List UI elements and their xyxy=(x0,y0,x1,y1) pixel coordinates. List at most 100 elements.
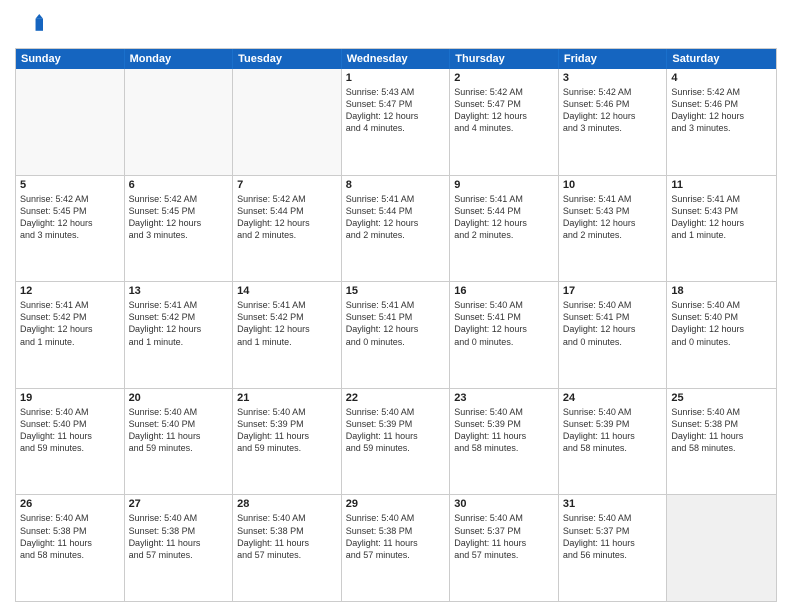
day-number: 22 xyxy=(346,392,446,404)
calendar: SundayMondayTuesdayWednesdayThursdayFrid… xyxy=(15,48,777,602)
cell-info: Sunrise: 5:41 AM Sunset: 5:44 PM Dayligh… xyxy=(346,193,446,242)
cell-info: Sunrise: 5:40 AM Sunset: 5:39 PM Dayligh… xyxy=(563,406,663,455)
cell-info: Sunrise: 5:40 AM Sunset: 5:40 PM Dayligh… xyxy=(20,406,120,455)
cell-info: Sunrise: 5:42 AM Sunset: 5:45 PM Dayligh… xyxy=(129,193,229,242)
cell-info: Sunrise: 5:40 AM Sunset: 5:40 PM Dayligh… xyxy=(671,299,772,348)
calendar-cell: 15Sunrise: 5:41 AM Sunset: 5:41 PM Dayli… xyxy=(342,282,451,388)
weekday-header: Sunday xyxy=(16,49,125,69)
cell-info: Sunrise: 5:40 AM Sunset: 5:38 PM Dayligh… xyxy=(346,512,446,561)
cell-info: Sunrise: 5:42 AM Sunset: 5:46 PM Dayligh… xyxy=(563,86,663,135)
calendar-cell: 9Sunrise: 5:41 AM Sunset: 5:44 PM Daylig… xyxy=(450,176,559,282)
calendar-row: 1 Sunrise: 5:43 AM Sunset: 5:47 PM Daylig… xyxy=(16,69,776,176)
day-number: 13 xyxy=(129,285,229,297)
calendar-cell: 17 Sunrise: 5:40 AM Sunset: 5:41 PM Dayli… xyxy=(559,282,668,388)
cell-info: Sunrise: 5:42 AM Sunset: 5:47 PM Dayligh… xyxy=(454,86,554,135)
cell-info: Sunrise: 5:40 AM Sunset: 5:37 PM Dayligh… xyxy=(454,512,554,561)
calendar-body: 1 Sunrise: 5:43 AM Sunset: 5:47 PM Daylig… xyxy=(16,69,776,601)
day-number: 15 xyxy=(346,285,446,297)
cell-info: Sunrise: 5:41 AM Sunset: 5:42 PM Dayligh… xyxy=(237,299,337,348)
calendar-cell: 19Sunrise: 5:40 AM Sunset: 5:40 PM Dayli… xyxy=(16,389,125,495)
cell-info: Sunrise: 5:40 AM Sunset: 5:41 PM Dayligh… xyxy=(563,299,663,348)
calendar-cell: 6 Sunrise: 5:42 AM Sunset: 5:45 PM Daylig… xyxy=(125,176,234,282)
cell-info: Sunrise: 5:40 AM Sunset: 5:39 PM Dayligh… xyxy=(454,406,554,455)
weekday-header: Tuesday xyxy=(233,49,342,69)
cell-info: Sunrise: 5:40 AM Sunset: 5:40 PM Dayligh… xyxy=(129,406,229,455)
cell-info: Sunrise: 5:40 AM Sunset: 5:38 PM Dayligh… xyxy=(20,512,120,561)
day-number: 17 xyxy=(563,285,663,297)
day-number: 5 xyxy=(20,179,120,191)
calendar-cell: 26 Sunrise: 5:40 AM Sunset: 5:38 PM Dayli… xyxy=(16,495,125,601)
calendar-cell: 3 Sunrise: 5:42 AM Sunset: 5:46 PM Daylig… xyxy=(559,69,668,175)
calendar-cell: 1 Sunrise: 5:43 AM Sunset: 5:47 PM Daylig… xyxy=(342,69,451,175)
day-number: 2 xyxy=(454,72,554,84)
calendar-cell: 13Sunrise: 5:41 AM Sunset: 5:42 PM Dayli… xyxy=(125,282,234,388)
calendar-header: SundayMondayTuesdayWednesdayThursdayFrid… xyxy=(16,49,776,69)
cell-info: Sunrise: 5:43 AM Sunset: 5:47 PM Dayligh… xyxy=(346,86,446,135)
calendar-cell xyxy=(125,69,234,175)
day-number: 29 xyxy=(346,498,446,510)
calendar-cell: 18 Sunrise: 5:40 AM Sunset: 5:40 PM Dayli… xyxy=(667,282,776,388)
calendar-row: 26 Sunrise: 5:40 AM Sunset: 5:38 PM Dayli… xyxy=(16,495,776,601)
calendar-cell: 10 Sunrise: 5:41 AM Sunset: 5:43 PM Dayli… xyxy=(559,176,668,282)
day-number: 24 xyxy=(563,392,663,404)
weekday-header: Friday xyxy=(559,49,668,69)
day-number: 27 xyxy=(129,498,229,510)
calendar-cell: 27 Sunrise: 5:40 AM Sunset: 5:38 PM Dayli… xyxy=(125,495,234,601)
weekday-header: Thursday xyxy=(450,49,559,69)
calendar-cell: 7 Sunrise: 5:42 AM Sunset: 5:44 PM Daylig… xyxy=(233,176,342,282)
weekday-header: Monday xyxy=(125,49,234,69)
day-number: 12 xyxy=(20,285,120,297)
cell-info: Sunrise: 5:40 AM Sunset: 5:41 PM Dayligh… xyxy=(454,299,554,348)
calendar-cell: 4Sunrise: 5:42 AM Sunset: 5:46 PM Daylig… xyxy=(667,69,776,175)
calendar-cell: 23 Sunrise: 5:40 AM Sunset: 5:39 PM Dayli… xyxy=(450,389,559,495)
calendar-cell: 21Sunrise: 5:40 AM Sunset: 5:39 PM Dayli… xyxy=(233,389,342,495)
cell-info: Sunrise: 5:40 AM Sunset: 5:38 PM Dayligh… xyxy=(237,512,337,561)
calendar-cell: 11 Sunrise: 5:41 AM Sunset: 5:43 PM Dayli… xyxy=(667,176,776,282)
calendar-cell: 14 Sunrise: 5:41 AM Sunset: 5:42 PM Dayli… xyxy=(233,282,342,388)
calendar-cell: 29 Sunrise: 5:40 AM Sunset: 5:38 PM Dayli… xyxy=(342,495,451,601)
day-number: 1 xyxy=(346,72,446,84)
day-number: 31 xyxy=(563,498,663,510)
cell-info: Sunrise: 5:41 AM Sunset: 5:43 PM Dayligh… xyxy=(563,193,663,242)
cell-info: Sunrise: 5:40 AM Sunset: 5:39 PM Dayligh… xyxy=(346,406,446,455)
logo xyxy=(15,14,47,42)
calendar-cell: 22 Sunrise: 5:40 AM Sunset: 5:39 PM Dayli… xyxy=(342,389,451,495)
cell-info: Sunrise: 5:42 AM Sunset: 5:44 PM Dayligh… xyxy=(237,193,337,242)
day-number: 14 xyxy=(237,285,337,297)
day-number: 3 xyxy=(563,72,663,84)
day-number: 23 xyxy=(454,392,554,404)
calendar-row: 5 Sunrise: 5:42 AM Sunset: 5:45 PM Daylig… xyxy=(16,176,776,283)
cell-info: Sunrise: 5:42 AM Sunset: 5:45 PM Dayligh… xyxy=(20,193,120,242)
day-number: 18 xyxy=(671,285,772,297)
calendar-cell: 28 Sunrise: 5:40 AM Sunset: 5:38 PM Dayli… xyxy=(233,495,342,601)
day-number: 6 xyxy=(129,179,229,191)
cell-info: Sunrise: 5:41 AM Sunset: 5:42 PM Dayligh… xyxy=(20,299,120,348)
calendar-cell: 31Sunrise: 5:40 AM Sunset: 5:37 PM Dayli… xyxy=(559,495,668,601)
logo-icon xyxy=(15,14,43,42)
calendar-cell: 2 Sunrise: 5:42 AM Sunset: 5:47 PM Daylig… xyxy=(450,69,559,175)
calendar-cell xyxy=(667,495,776,601)
day-number: 26 xyxy=(20,498,120,510)
calendar-cell: 8 Sunrise: 5:41 AM Sunset: 5:44 PM Daylig… xyxy=(342,176,451,282)
calendar-cell: 16Sunrise: 5:40 AM Sunset: 5:41 PM Dayli… xyxy=(450,282,559,388)
calendar-cell: 25Sunrise: 5:40 AM Sunset: 5:38 PM Dayli… xyxy=(667,389,776,495)
day-number: 11 xyxy=(671,179,772,191)
cell-info: Sunrise: 5:41 AM Sunset: 5:43 PM Dayligh… xyxy=(671,193,772,242)
calendar-cell: 5 Sunrise: 5:42 AM Sunset: 5:45 PM Daylig… xyxy=(16,176,125,282)
weekday-header: Wednesday xyxy=(342,49,451,69)
calendar-row: 12 Sunrise: 5:41 AM Sunset: 5:42 PM Dayli… xyxy=(16,282,776,389)
weekday-header: Saturday xyxy=(667,49,776,69)
cell-info: Sunrise: 5:40 AM Sunset: 5:38 PM Dayligh… xyxy=(129,512,229,561)
day-number: 21 xyxy=(237,392,337,404)
day-number: 10 xyxy=(563,179,663,191)
day-number: 30 xyxy=(454,498,554,510)
day-number: 20 xyxy=(129,392,229,404)
calendar-row: 19Sunrise: 5:40 AM Sunset: 5:40 PM Dayli… xyxy=(16,389,776,496)
calendar-cell: 30 Sunrise: 5:40 AM Sunset: 5:37 PM Dayli… xyxy=(450,495,559,601)
day-number: 8 xyxy=(346,179,446,191)
day-number: 7 xyxy=(237,179,337,191)
day-number: 28 xyxy=(237,498,337,510)
cell-info: Sunrise: 5:41 AM Sunset: 5:44 PM Dayligh… xyxy=(454,193,554,242)
day-number: 25 xyxy=(671,392,772,404)
cell-info: Sunrise: 5:42 AM Sunset: 5:46 PM Dayligh… xyxy=(671,86,772,135)
